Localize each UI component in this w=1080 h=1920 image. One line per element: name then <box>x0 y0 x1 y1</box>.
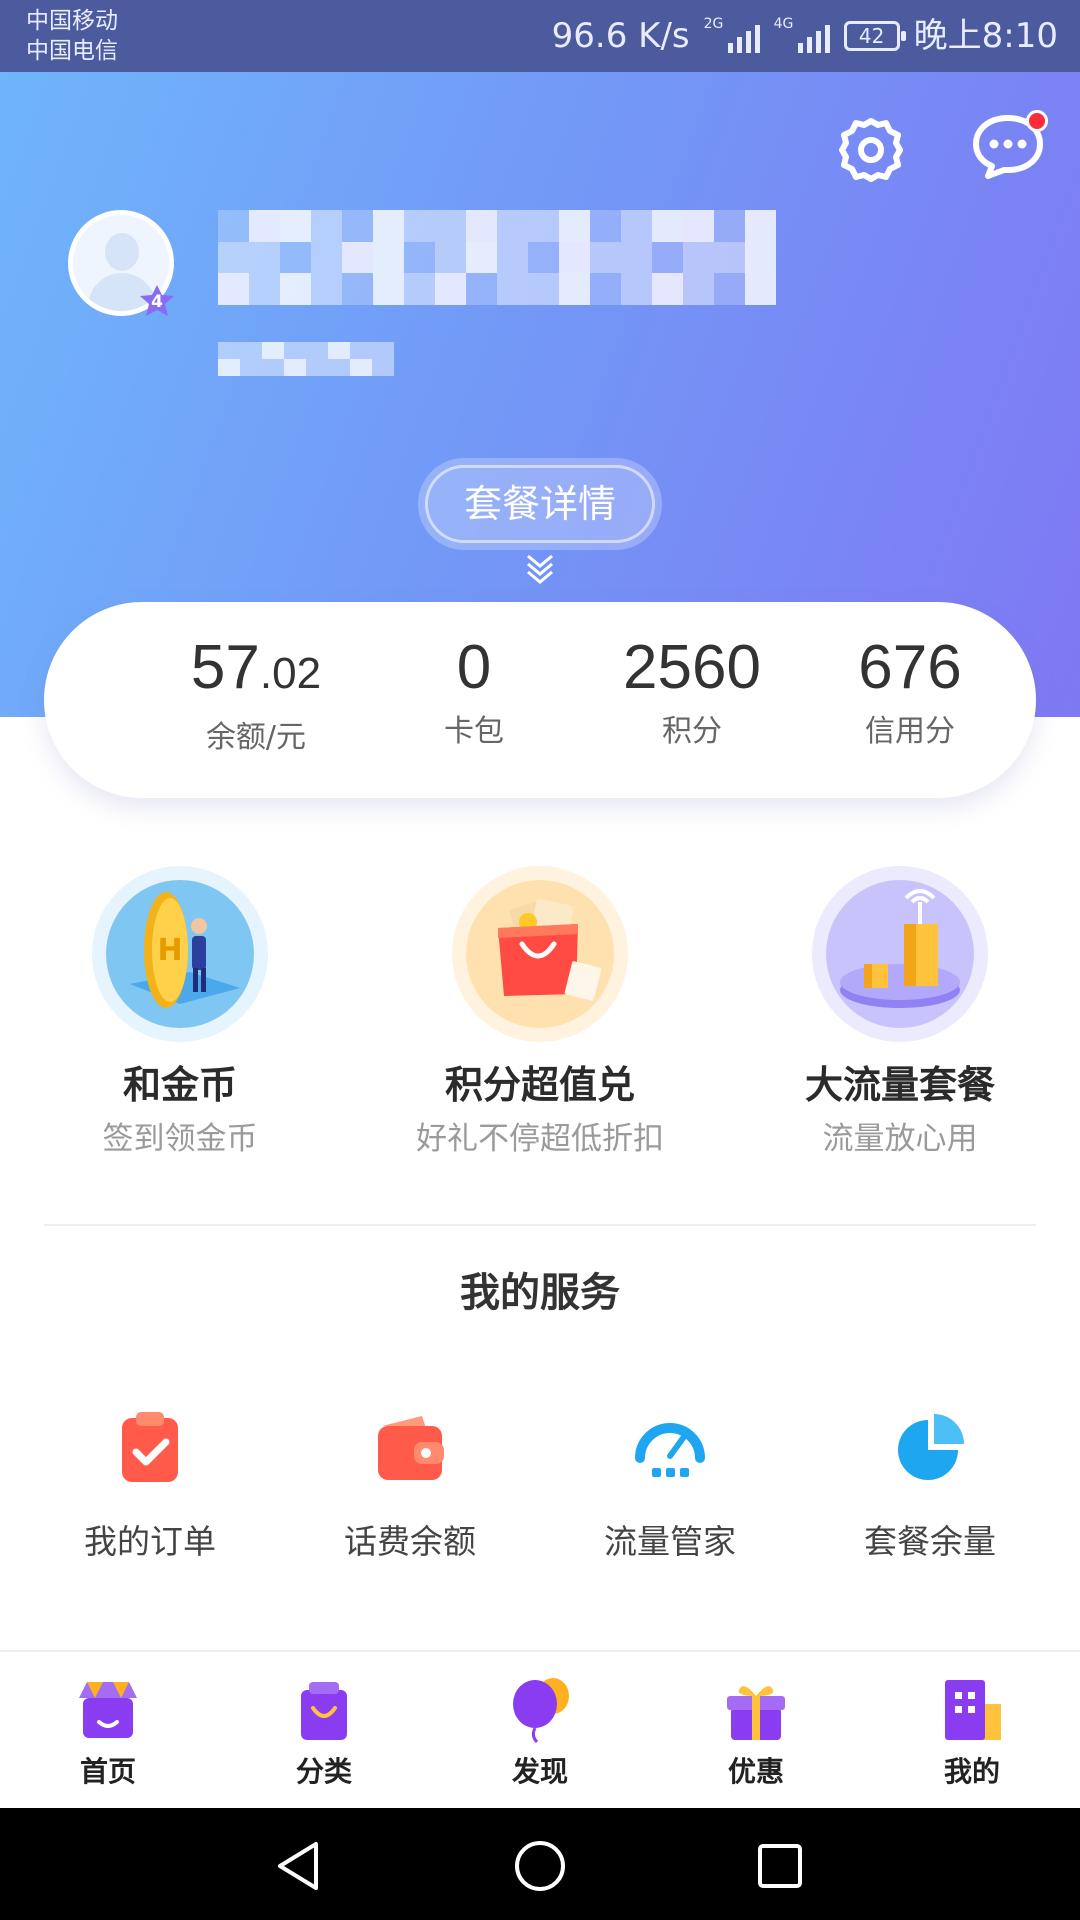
clock: 晚上8:10 <box>913 16 1058 56</box>
stat-label: 卡包 <box>444 714 504 749</box>
status-indicators: 96.6 K/s 2G 4G 42 晚上8:10 <box>552 14 1058 58</box>
service-my-orders[interactable]: 我的订单 <box>40 1408 260 1564</box>
svg-text:H: H <box>157 933 182 968</box>
signal-icon: 4G <box>773 16 830 53</box>
service-label: 话费余额 <box>344 1522 476 1561</box>
feature-subtitle: 签到领金币 <box>102 1121 258 1157</box>
nav-home[interactable]: 首页 <box>0 1674 216 1790</box>
service-label: 套餐余量 <box>864 1522 996 1561</box>
shopping-bag-icon <box>301 1682 347 1740</box>
store-icon <box>79 1682 137 1738</box>
service-plan-remaining[interactable]: 套餐余量 <box>820 1408 1040 1564</box>
network-speed: 96.6 K/s <box>551 16 690 56</box>
speedometer-icon <box>635 1423 705 1477</box>
gear-icon <box>839 118 903 182</box>
nav-discover[interactable]: 发现 <box>432 1674 648 1790</box>
system-navigation-bar <box>0 1808 1080 1920</box>
nav-label: 发现 <box>511 1755 568 1788</box>
city-data-icon <box>810 864 990 1044</box>
level-badge: 4 <box>138 284 176 318</box>
services-title: 我的服务 <box>460 1270 620 1316</box>
feature-data-plan[interactable]: 大流量套餐 流量放心用 <box>730 864 1070 1160</box>
feature-title: 大流量套餐 <box>804 1063 995 1107</box>
carrier-2: 中国电信 <box>26 38 118 64</box>
service-label: 流量管家 <box>604 1522 736 1561</box>
nav-offers[interactable]: 优惠 <box>648 1674 864 1790</box>
package-details-label: 套餐详情 <box>425 465 655 543</box>
service-data-manager[interactable]: 流量管家 <box>560 1408 780 1564</box>
carrier-1: 中国移动 <box>26 8 118 34</box>
back-icon[interactable] <box>272 1838 328 1894</box>
carrier-info: 中国移动 中国电信 <box>26 6 118 66</box>
order-clipboard-icon <box>122 1412 178 1482</box>
signal-icon: 2G <box>703 16 760 53</box>
chevron-down-icon <box>527 554 553 584</box>
nav-label: 分类 <box>295 1755 352 1788</box>
battery-icon: 42 <box>843 21 906 51</box>
stat-credit-score[interactable]: 676 信用分 <box>800 632 1020 752</box>
nav-label: 首页 <box>79 1755 136 1788</box>
recent-apps-icon[interactable] <box>752 1838 808 1894</box>
feature-subtitle: 流量放心用 <box>822 1121 978 1157</box>
account-stats-card: 57.02 余额/元 0 卡包 2560 积分 676 信用分 <box>44 602 1036 798</box>
stat-label: 余额/元 <box>205 720 307 755</box>
pie-chart-icon <box>898 1414 964 1480</box>
nav-label: 我的 <box>943 1755 1000 1788</box>
stat-card-wallet[interactable]: 0 卡包 <box>364 632 584 752</box>
stat-value: 0 <box>456 633 492 702</box>
feature-gold-coin[interactable]: H 和金币 签到领金币 <box>10 864 350 1160</box>
feature-subtitle: 好礼不停超低折扣 <box>416 1121 664 1157</box>
stat-value: 676 <box>858 633 962 702</box>
messages-button[interactable] <box>970 110 1050 186</box>
feature-points-exchange[interactable]: 积分超值兑 好礼不停超低折扣 <box>370 864 710 1160</box>
stat-value: 57.02 <box>190 633 322 702</box>
stat-balance[interactable]: 57.02 余额/元 <box>146 632 366 758</box>
stat-value: 2560 <box>623 633 761 702</box>
balloon-icon <box>513 1678 569 1744</box>
feature-title: 和金币 <box>122 1063 237 1107</box>
status-bar: 中国移动 中国电信 96.6 K/s 2G 4G 42 晚上8:10 <box>0 0 1080 72</box>
level-number: 4 <box>151 292 163 312</box>
nav-mine[interactable]: 我的 <box>864 1674 1080 1790</box>
section-divider <box>44 1224 1036 1226</box>
home-circle-icon[interactable] <box>512 1838 568 1894</box>
notification-dot <box>1026 110 1048 132</box>
building-icon <box>945 1680 1001 1740</box>
gift-icon <box>727 1686 785 1740</box>
service-label: 我的订单 <box>84 1522 216 1561</box>
settings-button[interactable] <box>836 115 906 185</box>
feature-title: 积分超值兑 <box>444 1063 635 1107</box>
nav-category[interactable]: 分类 <box>216 1674 432 1790</box>
service-phone-balance[interactable]: 话费余额 <box>300 1408 520 1564</box>
network-type-2: 4G <box>773 16 794 32</box>
bottom-navigation: 首页 分类 发现 优惠 我的 <box>0 1650 1080 1808</box>
package-details-button[interactable]: 套餐详情 <box>418 458 662 550</box>
network-type-1: 2G <box>703 16 724 32</box>
stat-points[interactable]: 2560 积分 <box>582 632 802 752</box>
stat-label: 信用分 <box>865 714 955 749</box>
masked-user-info <box>218 342 394 376</box>
gold-coin-icon: H <box>90 864 270 1044</box>
masked-phone-number <box>218 210 776 305</box>
nav-label: 优惠 <box>727 1755 784 1788</box>
stat-label: 积分 <box>662 714 722 749</box>
wallet-icon <box>378 1416 444 1480</box>
shopping-bag-icon <box>450 864 630 1044</box>
